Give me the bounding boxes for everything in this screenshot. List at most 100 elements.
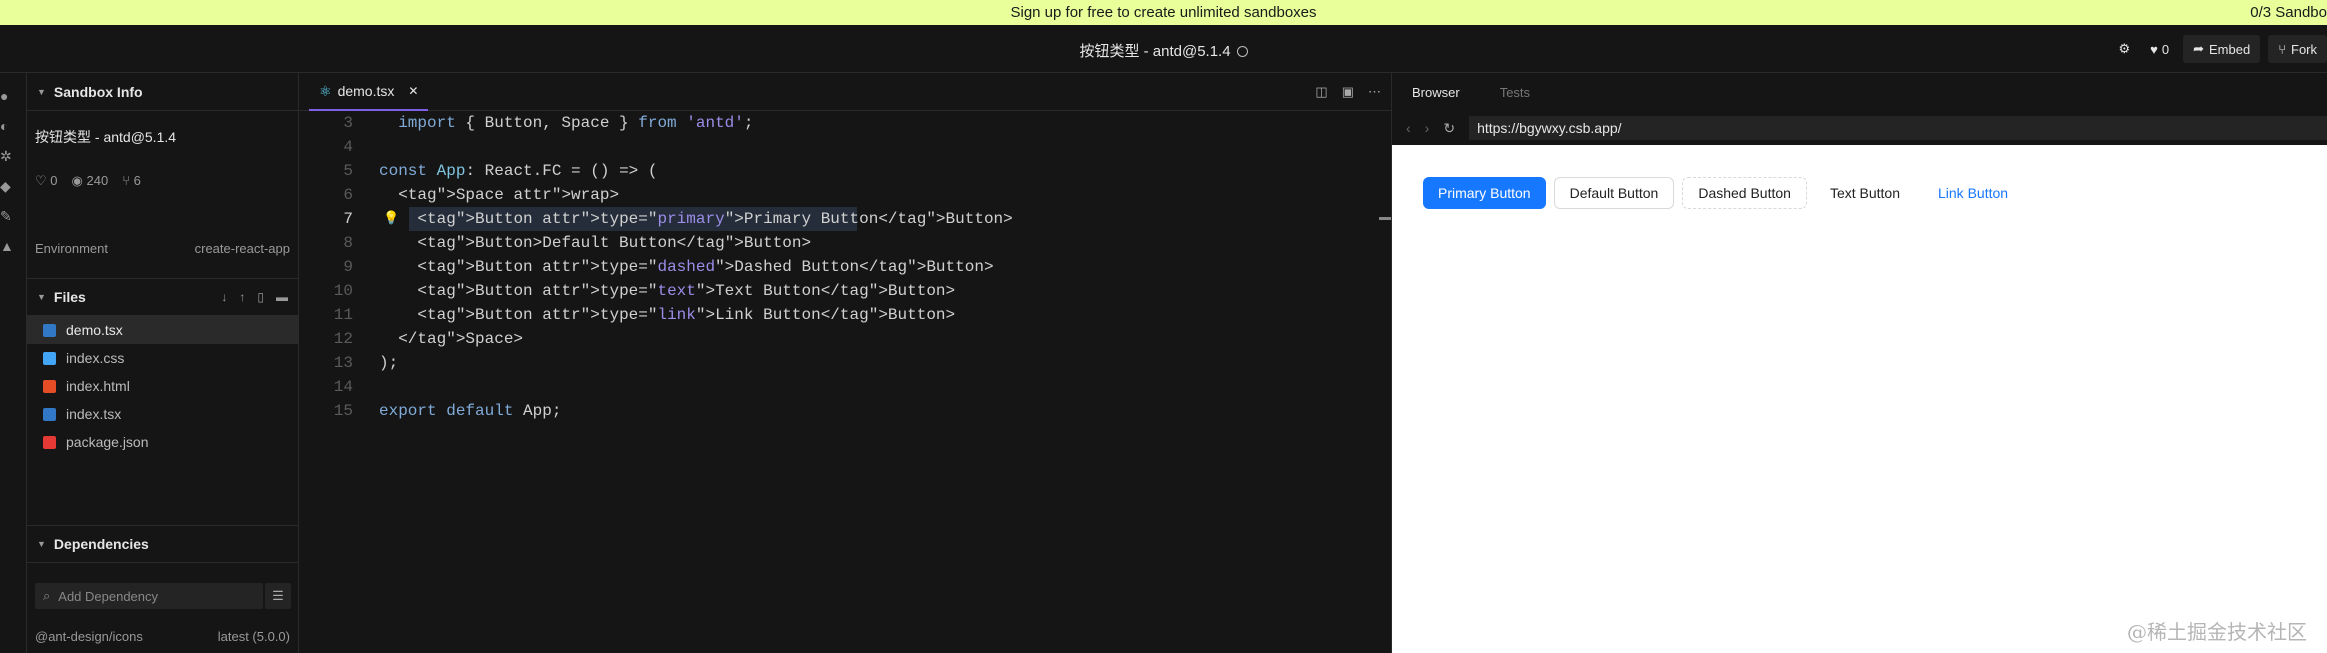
code-line[interactable]: 11 <tag">Button attr">type="link">Link B… (299, 303, 1392, 327)
code-text: export default App; (379, 402, 562, 420)
dashed-button[interactable]: Dashed Button (1682, 177, 1807, 209)
eye-icon: ◉ (71, 173, 83, 188)
line-number: 12 (333, 330, 353, 348)
preview-panel: Browser Tests ‹ › ↻ https://bgywxy.csb.a… (1392, 73, 2327, 653)
preview-viewport: Primary Button Default Button Dashed But… (1392, 145, 2327, 653)
code-line[interactable]: 💡 7 <tag">Button attr">type="primary">Pri… (299, 207, 1392, 231)
default-button[interactable]: Default Button (1553, 177, 1675, 209)
code-line[interactable]: 4 (299, 135, 1392, 159)
file-item[interactable]: index.css (27, 344, 298, 372)
code-line[interactable]: 6 <tag">Space attr">wrap> (299, 183, 1392, 207)
close-icon[interactable]: ✕ (408, 84, 418, 98)
dependencies-header[interactable]: ▼ Dependencies (27, 525, 298, 563)
dependency-menu-button[interactable]: ☰ (265, 583, 291, 609)
code-line[interactable]: 14 (299, 375, 1392, 399)
file-name: index.css (66, 350, 125, 366)
line-number: 11 (333, 306, 353, 324)
environment-value: create-react-app (194, 241, 290, 256)
code-text: <tag">Button>Default Button</tag">Button… (379, 234, 812, 252)
tsx-file-icon (43, 407, 56, 421)
views-count: 240 (86, 173, 109, 188)
code-line[interactable]: 15 export default App; (299, 399, 1392, 423)
tab-demo-tsx[interactable]: ⚛ demo.tsx ✕ (309, 73, 429, 111)
url-input[interactable]: https://bgywxy.csb.app/ (1469, 116, 2327, 140)
tab-browser[interactable]: Browser (1412, 85, 1460, 100)
sandbox-stats: ♡ 0 ◉ 240 ⑂ 6 (27, 147, 298, 189)
antd-button-row: Primary Button Default Button Dashed But… (1423, 177, 2023, 209)
signup-banner[interactable]: Sign up for free to create unlimited san… (0, 0, 2327, 25)
preview-window-icon[interactable]: ▣ (1342, 84, 1354, 100)
code-line[interactable]: 12 </tag">Space> (299, 327, 1392, 351)
split-view-icon[interactable]: ◫ (1315, 84, 1327, 100)
code-line[interactable]: 9 <tag">Button attr">type="dashed">Dashe… (299, 255, 1392, 279)
code-text: ); (379, 354, 399, 372)
caret-down-icon: ▼ (37, 539, 46, 549)
forward-icon[interactable]: › (1425, 120, 1430, 136)
line-number: 13 (333, 354, 353, 372)
file-item[interactable]: index.html (27, 372, 298, 400)
sandbox-info-header[interactable]: ▼ Sandbox Info (27, 73, 298, 111)
info-icon[interactable]: ● (0, 89, 14, 103)
new-file-icon[interactable]: ▯ (257, 290, 264, 304)
text-button[interactable]: Text Button (1815, 177, 1915, 209)
file-item[interactable]: index.tsx (27, 400, 298, 428)
like-button[interactable]: ♥ 0 (2144, 42, 2175, 57)
code-editor[interactable]: ⚛ demo.tsx ✕ ◫ ▣ ⋯ 3 import { Button, Spac… (299, 73, 1392, 653)
config-icon[interactable]: ✎ (0, 209, 14, 223)
more-icon[interactable]: ⋯ (1368, 84, 1381, 100)
line-number: 9 (343, 258, 353, 276)
editor-tabs: ⚛ demo.tsx ✕ ◫ ▣ ⋯ (299, 73, 1391, 111)
forks-stat: ⑂ 6 (122, 173, 141, 189)
sidebar: ▼ Sandbox Info 按钮类型 - antd@5.1.4 ♡ 0 ◉ 24… (27, 73, 299, 653)
code-text: <tag">Button attr">type="dashed">Dashed … (379, 258, 994, 276)
fork-button[interactable]: ⑂ Fork (2268, 35, 2327, 63)
upload-icon[interactable]: ↑ (239, 290, 245, 304)
code-text: <tag">Space attr">wrap> (379, 186, 620, 204)
embed-button[interactable]: ➦ Embed (2183, 35, 2261, 63)
file-item[interactable]: demo.tsx (27, 316, 298, 344)
add-dependency-input[interactable]: ⌕ Add Dependency (35, 583, 263, 609)
download-icon[interactable]: ↓ (221, 290, 227, 304)
code-text: const App: React.FC = () => ( (379, 162, 658, 180)
html-file-icon (43, 379, 56, 393)
top-bar: 按钮类型 - antd@5.1.4 ⚙ ♥ 0 ➦ Embed ⑂ Fork (0, 25, 2327, 73)
file-name: index.html (66, 378, 130, 394)
code-line[interactable]: 5 const App: React.FC = () => ( (299, 159, 1392, 183)
deploy-icon[interactable]: ◆ (0, 179, 14, 193)
primary-button[interactable]: Primary Button (1423, 177, 1546, 209)
users-icon[interactable]: ▲ (0, 239, 14, 253)
line-number: 8 (343, 234, 353, 252)
files-header[interactable]: ▼ Files ↓ ↑ ▯ ▬ (27, 278, 298, 316)
new-folder-icon[interactable]: ▬ (276, 290, 288, 304)
back-icon[interactable]: ‹ (1406, 120, 1411, 136)
gear-icon[interactable]: ⚙ (2112, 41, 2136, 57)
preview-tabs: Browser Tests (1392, 73, 2327, 111)
files-title: Files (53, 289, 86, 305)
code-area[interactable]: 3 import { Button, Space } from 'antd'; 4… (299, 111, 1392, 423)
sandbox-counter: 0/3 Sandbo (2250, 4, 2327, 21)
globe-icon (1236, 46, 1248, 57)
code-line[interactable]: 8 <tag">Button>Default Button</tag">Butt… (299, 231, 1392, 255)
code-line[interactable]: 13); (299, 351, 1392, 375)
file-name: demo.tsx (66, 322, 123, 338)
fork-label: Fork (2291, 41, 2317, 57)
heart-outline-icon: ♡ (35, 173, 47, 188)
code-line[interactable]: 3 import { Button, Space } from 'antd'; (299, 111, 1392, 135)
caret-down-icon: ▼ (37, 292, 46, 302)
refresh-icon[interactable]: ↻ (1443, 120, 1455, 137)
dependency-name: @ant-design/icons (35, 629, 143, 644)
scrollbar-indicator[interactable] (1379, 217, 1391, 220)
explorer-icon[interactable]: ◐ (0, 119, 14, 133)
dependency-row[interactable]: @ant-design/icons latest (5.0.0) (35, 629, 290, 644)
tab-label: demo.tsx (337, 83, 395, 99)
banner-message[interactable]: Sign up for free to create unlimited san… (0, 4, 2327, 21)
dependency-version[interactable]: latest (5.0.0) (218, 629, 290, 644)
tab-tests[interactable]: Tests (1500, 85, 1530, 100)
settings-icon[interactable]: ✲ (0, 149, 14, 163)
line-number: 7 (343, 210, 353, 228)
file-name: index.tsx (66, 406, 122, 422)
file-item[interactable]: package.json (27, 428, 298, 456)
environment-label: Environment (35, 241, 108, 256)
link-button[interactable]: Link Button (1923, 177, 2023, 209)
code-line[interactable]: 10 <tag">Button attr">type="text">Text B… (299, 279, 1392, 303)
